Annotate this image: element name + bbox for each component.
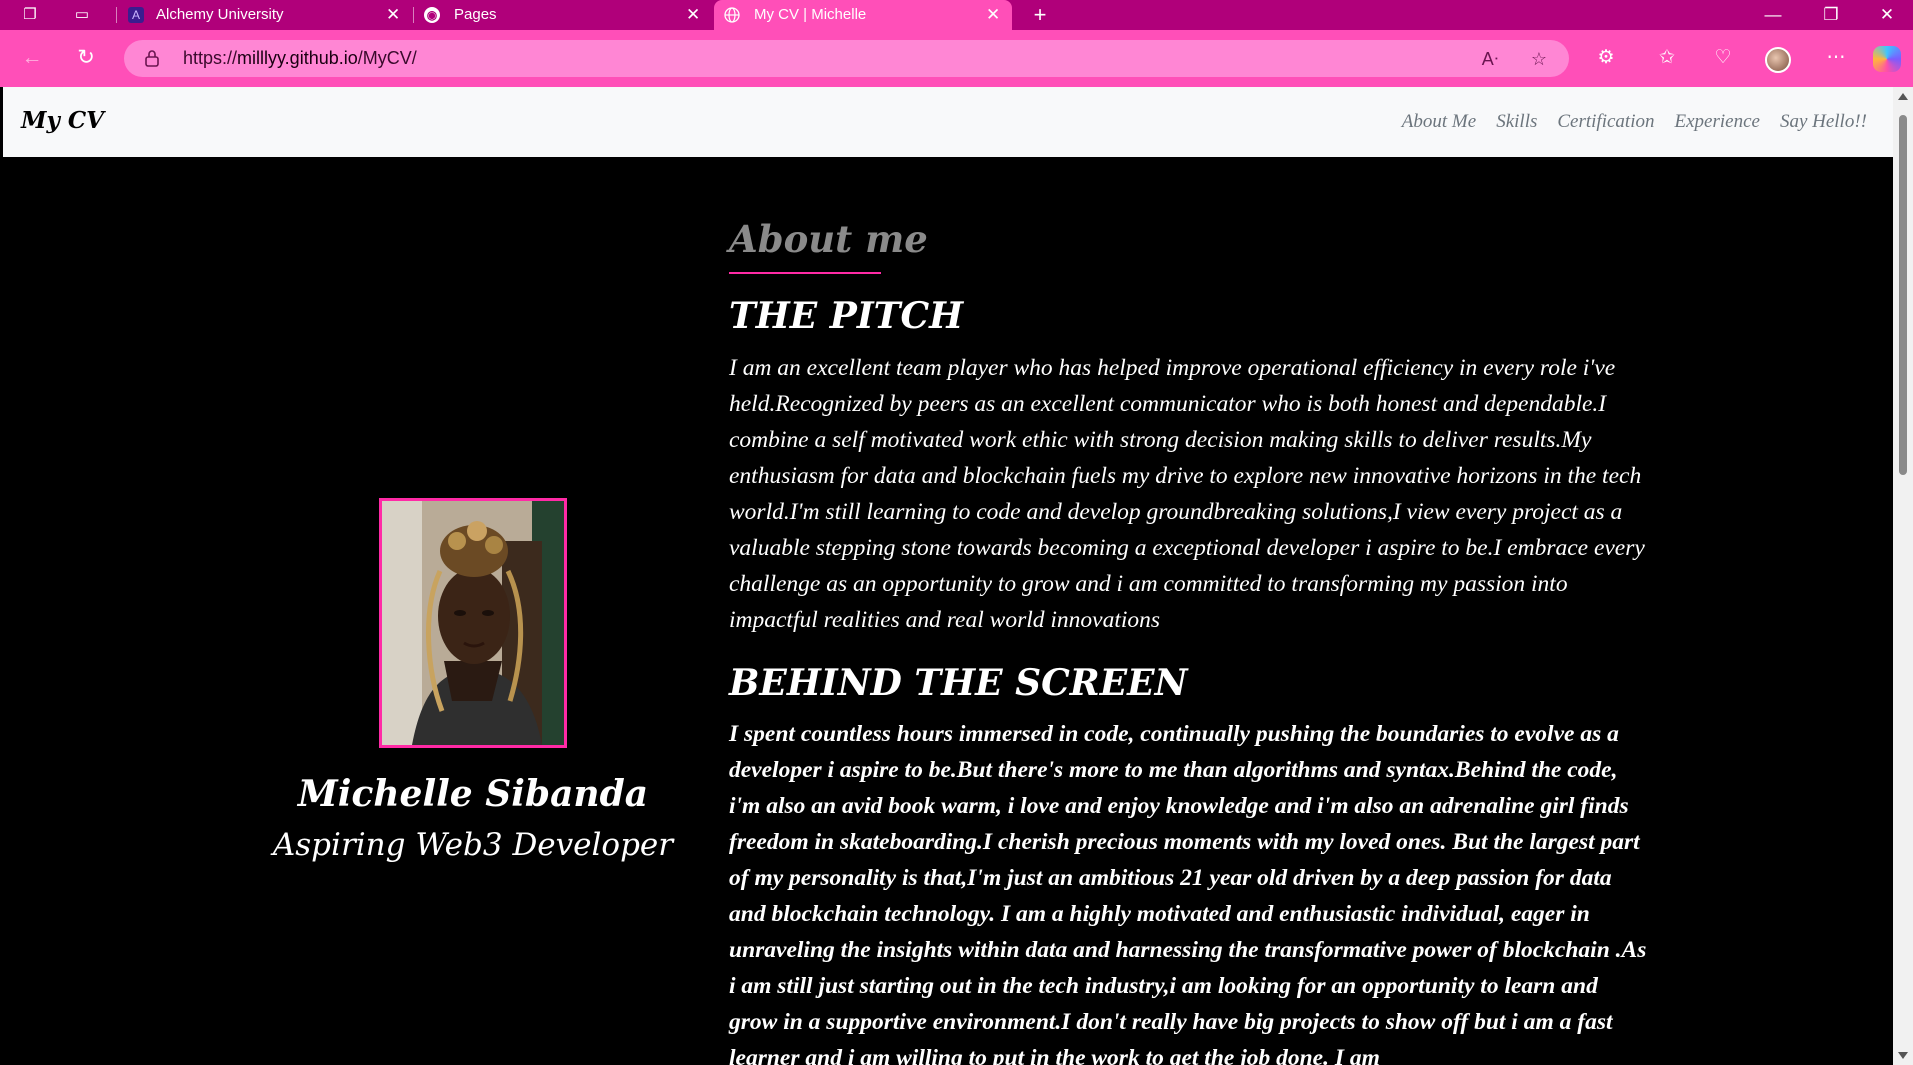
address-bar[interactable]: https://milllyy.github.io/MyCV/ Aᐧ ☆ <box>124 40 1569 77</box>
nav-say-hello[interactable]: Say Hello!! <box>1780 111 1867 133</box>
url-host: milllyy.github.io <box>237 48 358 68</box>
scroll-down-icon[interactable] <box>1898 1052 1908 1059</box>
page-scrollbar[interactable] <box>1893 87 1913 1065</box>
globe-icon <box>724 7 740 23</box>
profile-photo <box>379 498 567 748</box>
page-viewport: My CV About Me Skills Certification Expe… <box>3 87 1893 1065</box>
lock-icon[interactable] <box>144 49 160 67</box>
workspaces-icon[interactable]: ❐ <box>19 5 41 25</box>
behind-text: I spent countless hours immersed in code… <box>729 721 1647 1065</box>
profile-role: Aspiring Web3 Developer <box>272 827 674 863</box>
behind-heading: BEHIND THE SCREEN <box>729 662 1188 704</box>
extensions-icon[interactable]: ⚙ <box>1592 44 1620 72</box>
url-prefix: https:// <box>183 48 238 68</box>
favorites-icon[interactable]: ✩ <box>1653 44 1681 72</box>
site-navbar: My CV About Me Skills Certification Expe… <box>3 87 1893 157</box>
refresh-icon[interactable]: ↻ <box>72 44 100 72</box>
about-title: About me <box>729 217 928 261</box>
profile-avatar[interactable] <box>1765 47 1791 73</box>
tab-title: Alchemy University <box>156 6 284 23</box>
more-options-icon[interactable]: ⋯ <box>1822 44 1850 72</box>
url-path: /MyCV/ <box>357 48 417 68</box>
profile-name: Michelle Sibanda <box>297 773 649 815</box>
minimize-icon[interactable]: — <box>1750 0 1796 30</box>
scroll-up-icon[interactable] <box>1898 93 1908 100</box>
alchemy-icon: A <box>128 7 144 23</box>
nav-certification[interactable]: Certification <box>1557 111 1654 133</box>
tab-actions-icon[interactable]: ▭ <box>71 5 93 25</box>
close-icon[interactable]: ✕ <box>686 0 700 30</box>
tab-title: Pages <box>454 6 497 23</box>
tab-my-cv[interactable]: My CV | Michelle ✕ <box>714 0 1012 30</box>
back-icon[interactable]: ← <box>18 44 46 72</box>
close-window-icon[interactable]: ✕ <box>1864 0 1910 30</box>
url-text[interactable]: https://milllyy.github.io/MyCV/ <box>183 40 417 77</box>
favorite-star-icon[interactable]: ☆ <box>1527 47 1551 71</box>
restore-icon[interactable]: ❐ <box>1808 0 1854 30</box>
github-icon: ◉ <box>424 7 440 23</box>
tab-title: My CV | Michelle <box>754 6 867 23</box>
tab-pages[interactable]: ◉ Pages ✕ <box>414 0 708 30</box>
nav-experience[interactable]: Experience <box>1674 111 1759 133</box>
pitch-heading: THE PITCH <box>729 295 964 337</box>
tab-separator <box>116 7 117 23</box>
close-icon[interactable]: ✕ <box>386 0 400 30</box>
read-aloud-icon[interactable]: Aᐧ <box>1478 47 1502 71</box>
tab-alchemy-university[interactable]: A Alchemy University ✕ <box>118 0 410 30</box>
close-icon[interactable]: ✕ <box>986 0 1000 30</box>
site-nav: About Me Skills Certification Experience… <box>1402 111 1867 133</box>
browser-essentials-icon[interactable]: ♡ <box>1709 44 1737 72</box>
new-tab-icon[interactable]: + <box>1029 4 1051 26</box>
browser-tab-bar: ❐ ▭ A Alchemy University ✕ ◉ Pages ✕ My … <box>0 0 1913 30</box>
nav-about-me[interactable]: About Me <box>1402 111 1476 133</box>
copilot-icon[interactable] <box>1873 46 1901 72</box>
title-underline <box>729 272 881 274</box>
scroll-thumb[interactable] <box>1899 115 1907 475</box>
site-brand[interactable]: My CV <box>21 107 104 134</box>
pitch-text: I am an excellent team player who has he… <box>729 355 1645 633</box>
browser-toolbar: ← ↻ https://milllyy.github.io/MyCV/ Aᐧ ☆… <box>0 30 1913 87</box>
nav-skills[interactable]: Skills <box>1496 111 1537 133</box>
